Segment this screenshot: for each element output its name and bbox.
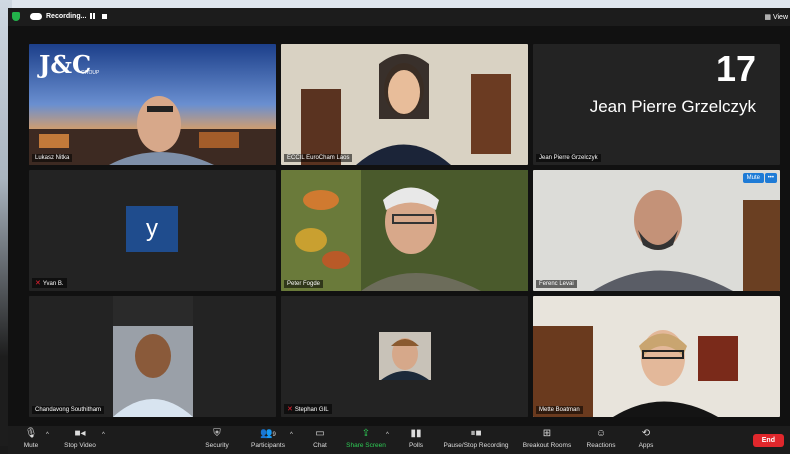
share-screen-icon: ⇪ — [361, 428, 371, 439]
meeting-top-bar: Recording... ▦ View — [8, 8, 790, 26]
recording-status: Recording... — [46, 13, 87, 20]
end-meeting-button[interactable]: End — [752, 434, 784, 447]
view-button[interactable]: ▦ View — [764, 13, 788, 21]
encryption-shield-icon[interactable] — [12, 12, 20, 21]
mette-boatman-video-feed — [533, 296, 780, 417]
video-tile-peter-fogde[interactable]: Peter Fogde — [281, 170, 528, 291]
apps-icon: ⟲ — [641, 428, 651, 439]
participant-name: Peter Fogde — [284, 280, 324, 288]
participants-count: 9 — [272, 432, 276, 438]
breakout-rooms-icon: ⊞ — [542, 428, 552, 439]
video-camera-icon: ■◂ — [74, 428, 86, 439]
chat-bubble-icon: ▭ — [315, 428, 325, 439]
participant-name: Chandavong Southitham — [32, 406, 105, 414]
participant-name: Jean Pierre Grzelczyk — [536, 154, 601, 162]
stop-recording-icon[interactable] — [102, 14, 107, 19]
video-tile-eccil-eurocham[interactable]: ECCIL EuroCham Laos — [281, 44, 528, 165]
participant-name: Lukasz Nitka — [32, 154, 73, 162]
more-options-button[interactable]: ••• — [764, 173, 777, 183]
participant-count-display: 17 — [715, 48, 756, 89]
pause-recording-icon[interactable] — [90, 13, 95, 19]
participants-icon: 👥 — [260, 428, 273, 439]
microphone-icon: 🎙 — [24, 428, 38, 439]
audio-options-chevron-icon[interactable]: ^ — [46, 432, 49, 438]
peter-fogde-video-feed — [281, 170, 528, 291]
share-options-chevron-icon[interactable]: ^ — [386, 432, 389, 438]
cloud-recording-icon — [30, 13, 42, 20]
mic-muted-icon: ✕ — [287, 406, 293, 413]
shield-icon: ⛨ — [213, 428, 221, 439]
company-logo-subtitle: GROUP — [81, 70, 100, 76]
chandavong-video-feed — [29, 296, 276, 417]
ferenc-levai-video-feed — [533, 170, 780, 291]
mic-muted-icon: ✕ — [35, 280, 41, 287]
video-tile-chandavong[interactable]: Chandavong Southitham — [29, 296, 276, 417]
participant-name: Ferenc Levai — [536, 280, 577, 288]
video-tile-stephan-gil[interactable]: ✕ Stephan GIL — [281, 296, 528, 417]
video-tile-mette-boatman[interactable]: Mette Boatman — [533, 296, 780, 417]
participant-name-bar: ✕ Yvan B. — [32, 278, 67, 288]
participant-name: Mette Boatman — [536, 406, 583, 414]
reactions-emoji-icon: ☺ — [595, 428, 607, 439]
grid-view-icon: ▦ — [764, 14, 773, 21]
polls-bar-chart-icon: ▮▮ — [410, 428, 422, 439]
stephan-gil-profile-photo — [281, 296, 528, 417]
video-options-chevron-icon[interactable]: ^ — [102, 432, 105, 438]
participant-avatar: y — [126, 206, 178, 252]
video-tile-jean-pierre[interactable]: 17 Jean Pierre Grzelczyk Jean Pierre Grz… — [533, 44, 780, 165]
mute-participant-button[interactable]: Mute — [742, 173, 764, 183]
video-tile-lukasz-nitka[interactable]: J&C GROUP Lukasz Nitka — [29, 44, 276, 165]
participants-options-chevron-icon[interactable]: ^ — [290, 432, 293, 438]
participant-big-name: Jean Pierre Grzelczyk — [589, 97, 756, 116]
meeting-toolbar: 🎙 Mute ^ ■◂ Stop Video ^ ⛨ Security 👥9 Parti… — [8, 426, 790, 454]
video-tile-yvan[interactable]: y ✕ Yvan B. — [29, 170, 276, 291]
eccil-eurocham-video-feed — [281, 44, 528, 165]
pause-stop-recording-icon: ⏸■ — [470, 428, 482, 439]
video-tile-ferenc-levai[interactable]: Mute ••• Ferenc Levai — [533, 170, 780, 291]
zoom-meeting-window: Recording... ▦ View J&C GROUP Lukasz Nit… — [8, 8, 790, 454]
participant-name-bar: ✕ Stephan GIL — [284, 404, 332, 414]
participant-name: ECCIL EuroCham Laos — [284, 154, 353, 162]
